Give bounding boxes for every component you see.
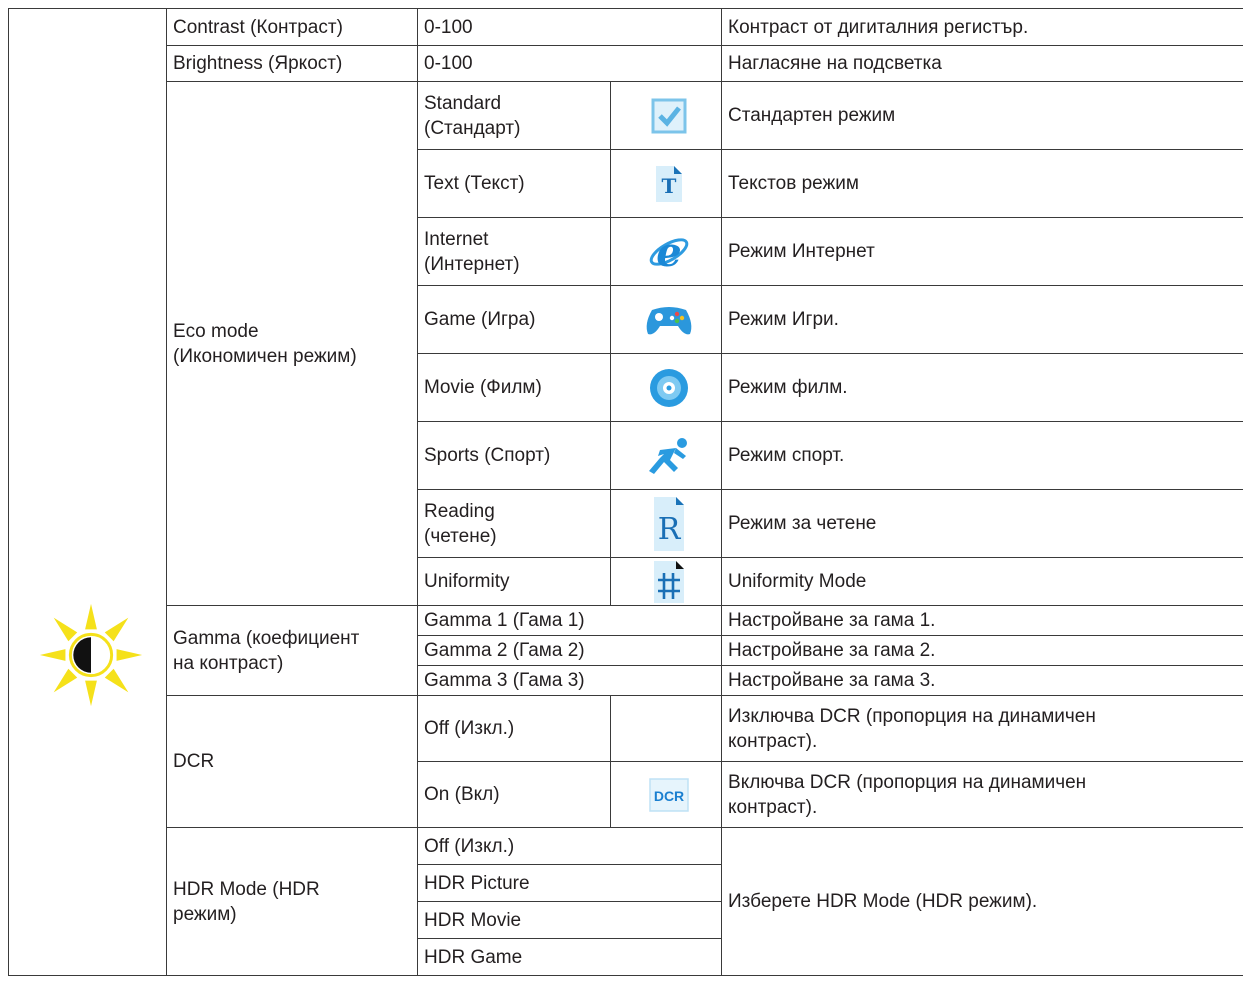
dcr-on-description-line2: контраст). xyxy=(728,796,818,818)
eco-standard-icon-cell xyxy=(609,81,723,150)
brightness-contrast-sun-icon xyxy=(39,603,142,706)
eco-standard-name-line2: (Стандарт) xyxy=(424,117,521,139)
gamma-2-description: Настройване за гама 2. xyxy=(721,635,1243,666)
hdr-mode-description: Изберете HDR Mode (HDR режим). xyxy=(721,827,1243,976)
eco-game-icon-cell xyxy=(609,285,723,354)
contrast-row: Contrast (Контраст) 0-100 Контраст от ди… xyxy=(8,8,1243,976)
svg-text:T: T xyxy=(662,174,677,198)
dcr-icon-text: DCR xyxy=(654,788,684,804)
brightness-range: 0-100 xyxy=(416,45,723,82)
eco-mode-row: Eco mode (Икономичен режим) Standard (Ст… xyxy=(9,81,1243,606)
eco-mode-label: Eco mode (Икономичен режим) xyxy=(166,81,418,606)
luminance-settings-table: Contrast (Контраст) 0-100 Контраст от ди… xyxy=(8,8,1243,976)
contrast-range: 0-100 xyxy=(416,8,723,46)
brightness-description: Нагласяне на подсветка xyxy=(721,45,1243,82)
eco-sports-description: Режим спорт. xyxy=(721,421,1243,490)
svg-text:e: e xyxy=(656,230,681,274)
gamma-2-name: Gamma 2 (Гама 2) xyxy=(416,635,723,666)
eco-internet-description: Режим Интернет xyxy=(721,217,1243,286)
gamma-3-description: Настройване за гама 3. xyxy=(721,665,1243,696)
dcr-row: DCR Off (Изкл.) Изключва DCR (пропорция … xyxy=(9,695,1243,828)
eco-movie-icon-cell xyxy=(609,353,723,422)
hdr-mode-row: HDR Mode (HDR режим) Off (Изкл.) Изберет… xyxy=(9,827,1243,976)
checkbox-icon xyxy=(651,98,687,133)
eco-text-icon-cell: T xyxy=(609,149,723,218)
eco-standard-name-line1: Standard xyxy=(424,92,502,114)
eco-mode-label-line1: Eco mode xyxy=(173,320,259,342)
eco-game-description: Режим Игри. xyxy=(721,285,1243,354)
brightness-label: Brightness (Яркост) xyxy=(166,45,418,82)
dcr-label: DCR xyxy=(166,695,418,828)
internet-explorer-icon: e xyxy=(649,230,689,274)
eco-standard-name: Standard (Стандарт) xyxy=(417,81,611,150)
eco-mode-label-line2: (Икономичен режим) xyxy=(173,345,357,367)
eco-sports-icon-cell xyxy=(609,421,723,490)
brightness-row: Brightness (Яркост) 0-100 Нагласяне на п… xyxy=(9,45,1243,82)
dcr-off-icon-cell xyxy=(609,695,723,762)
eco-internet-icon-cell: e xyxy=(609,217,723,286)
dcr-off-name: Off (Изкл.) xyxy=(417,695,611,762)
hdr-picture-name: HDR Picture xyxy=(416,864,723,902)
eco-uniformity-description: Uniformity Mode xyxy=(721,557,1243,606)
hdr-off-name: Off (Изкл.) xyxy=(416,827,723,865)
eco-reading-name: Reading (четене) xyxy=(417,489,611,558)
eco-uniformity-icon-cell xyxy=(609,557,723,606)
gamma-1-description: Настройване за гама 1. xyxy=(721,605,1243,636)
eco-game-name: Game (Игра) xyxy=(417,285,611,354)
hdr-movie-name: HDR Movie xyxy=(416,901,723,939)
eco-internet-name: Internet (Интернет) xyxy=(417,217,611,286)
runner-icon xyxy=(649,437,687,474)
dcr-on-description: Включва DCR (пропорция на динамичен конт… xyxy=(721,761,1243,828)
eco-internet-name-line1: Internet xyxy=(424,228,489,250)
eco-reading-icon-cell: R xyxy=(609,489,723,558)
eco-movie-description: Режим филм. xyxy=(721,353,1243,422)
gamma-label-line1: Gamma (коефициент xyxy=(173,627,360,649)
eco-reading-description: Режим за четене xyxy=(721,489,1243,558)
eco-uniformity-name: Uniformity xyxy=(417,557,611,606)
text-document-icon: T xyxy=(656,165,682,202)
eco-internet-name-line2: (Интернет) xyxy=(424,253,520,275)
reading-document-icon: R xyxy=(654,496,684,551)
hdr-mode-label-line1: HDR Mode (HDR xyxy=(173,878,320,900)
grid-document-icon xyxy=(654,560,684,603)
dcr-icon: DCR xyxy=(649,777,689,812)
contrast-description: Контраст от дигиталния регистър. xyxy=(721,8,1243,46)
dcr-on-description-line1: Включва DCR (пропорция на динамичен xyxy=(728,771,1087,793)
hdr-mode-label-line2: режим) xyxy=(173,903,237,925)
disc-icon xyxy=(650,368,688,407)
gamepad-icon xyxy=(646,306,692,334)
dcr-on-icon-cell: DCR xyxy=(609,761,723,828)
svg-text:R: R xyxy=(658,512,682,547)
dcr-off-description: Изключва DCR (пропорция на динамичен кон… xyxy=(721,695,1243,762)
gamma-row: Gamma (коефициент на контраст) Gamma 1 (… xyxy=(9,605,1243,696)
dcr-on-name: On (Вкл) xyxy=(417,761,611,828)
eco-text-name: Text (Текст) xyxy=(417,149,611,218)
gamma-label: Gamma (коефициент на контраст) xyxy=(166,605,418,696)
contrast-label: Contrast (Контраст) xyxy=(166,8,418,46)
hdr-game-name: HDR Game xyxy=(416,938,723,976)
eco-text-description: Текстов режим xyxy=(721,149,1243,218)
gamma-1-name: Gamma 1 (Гама 1) xyxy=(416,605,723,636)
dcr-off-description-line1: Изключва DCR (пропорция на динамичен xyxy=(728,705,1096,727)
eco-reading-name-line1: Reading xyxy=(424,500,495,522)
hdr-mode-label: HDR Mode (HDR режим) xyxy=(166,827,418,976)
eco-sports-name: Sports (Спорт) xyxy=(417,421,611,490)
eco-movie-name: Movie (Филм) xyxy=(417,353,611,422)
gamma-label-line2: на контраст) xyxy=(173,652,284,674)
eco-standard-description: Стандартен режим xyxy=(721,81,1243,150)
gamma-3-name: Gamma 3 (Гама 3) xyxy=(416,665,723,696)
dcr-off-description-line2: контраст). xyxy=(728,730,818,752)
section-icon-cell xyxy=(8,8,167,976)
eco-reading-name-line2: (четене) xyxy=(424,525,497,547)
